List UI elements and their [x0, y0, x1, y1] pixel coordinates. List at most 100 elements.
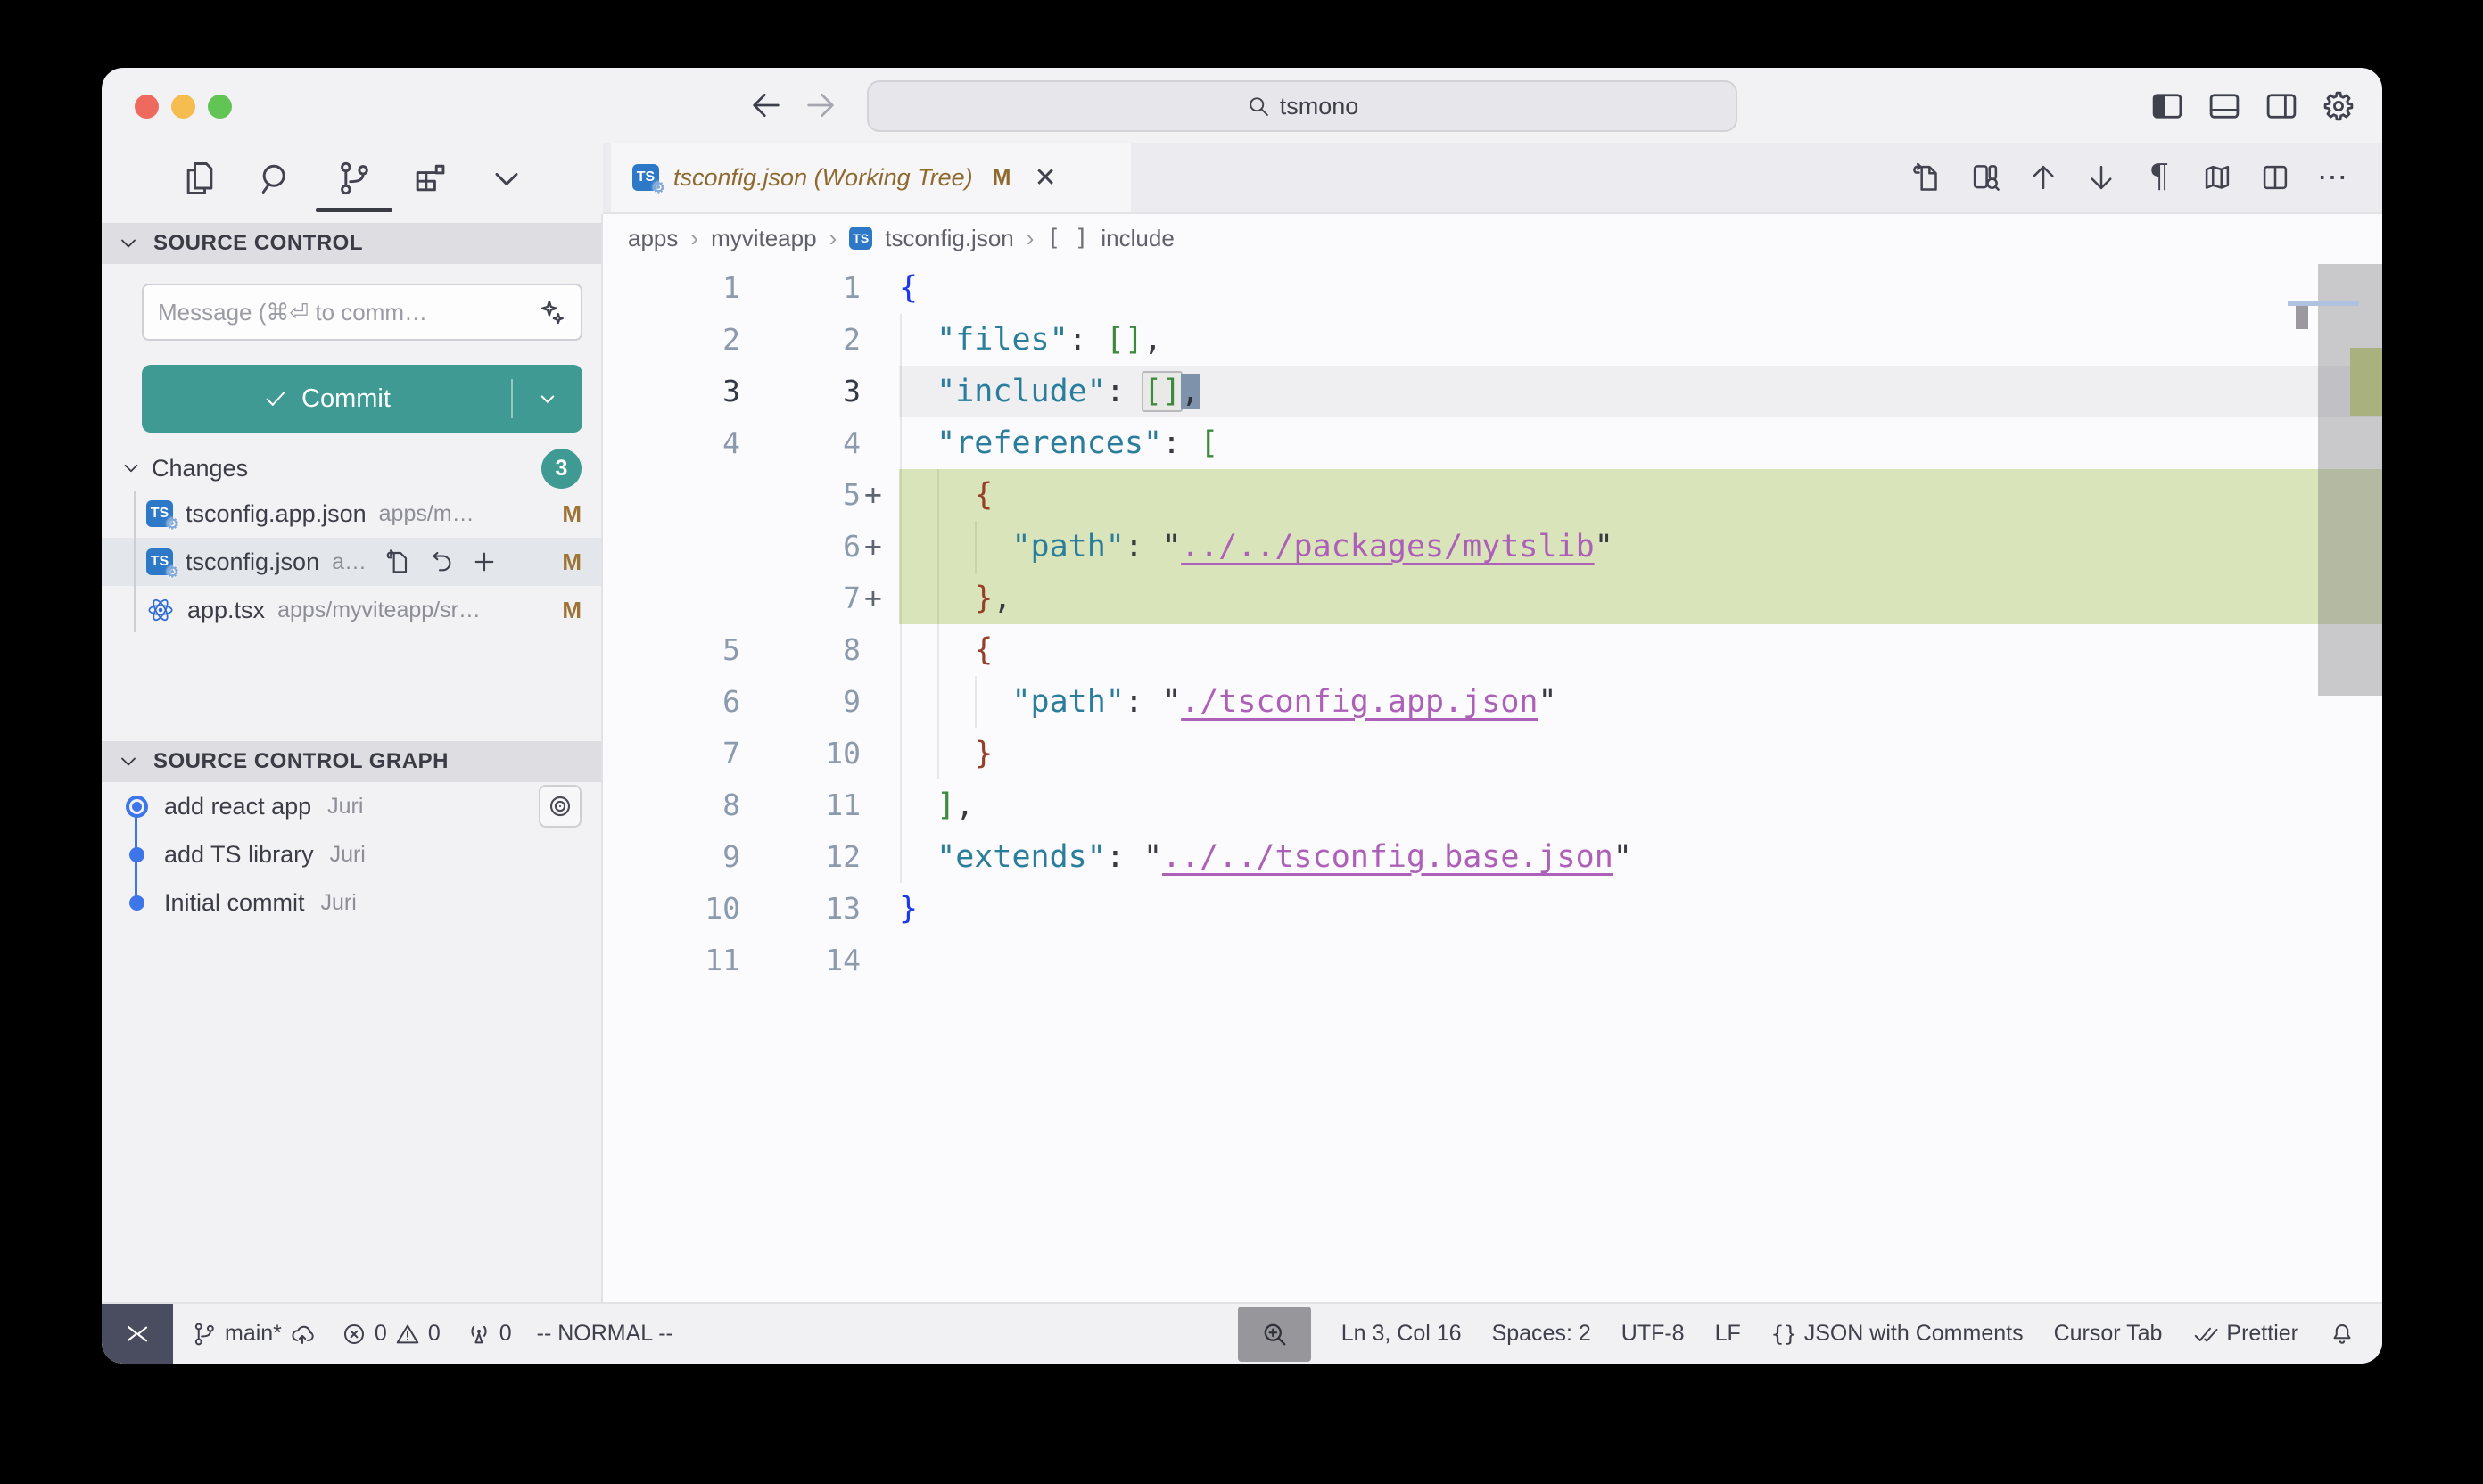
- ports-status-item[interactable]: 0: [466, 1321, 512, 1348]
- source-control-title: SOURCE CONTROL: [153, 231, 363, 256]
- open-changes-icon[interactable]: [1910, 161, 1944, 194]
- window-minimize-button[interactable]: [171, 95, 195, 119]
- source-control-icon[interactable]: [334, 159, 374, 198]
- editor-line[interactable]: 710 }: [603, 728, 2382, 779]
- file-row-actions: [384, 548, 499, 576]
- commit-row[interactable]: add TS libraryJuri: [102, 830, 601, 878]
- window-maximize-button[interactable]: [208, 95, 232, 119]
- editor-line[interactable]: 1013}: [603, 883, 2382, 935]
- error-icon: [341, 1321, 367, 1348]
- line-number-original: 9: [603, 831, 740, 883]
- line-number-modified: 12: [740, 831, 861, 883]
- line-number-original: [603, 521, 740, 573]
- breadcrumb-item-file[interactable]: tsconfig.json: [885, 225, 1014, 252]
- changed-file-row[interactable]: TS⚙tsconfig.app.jsonapps/m…M: [102, 490, 601, 538]
- settings-gear-icon[interactable]: [2320, 87, 2357, 125]
- line-number-modified: 5: [740, 469, 861, 521]
- editor-lines: 11{22 "files": [],33 "include": [],44 "r…: [603, 262, 2382, 986]
- compare-inline-view-icon[interactable]: [1968, 161, 2002, 194]
- added-line-marker: [861, 676, 899, 728]
- zoom-indicator-button[interactable]: [1238, 1307, 1311, 1362]
- line-number-modified: 9: [740, 676, 861, 728]
- editor-line[interactable]: 7+ },: [603, 573, 2382, 624]
- changes-count-badge: 3: [541, 449, 582, 489]
- breadcrumb-item-myviteapp[interactable]: myviteapp: [711, 225, 817, 252]
- editor-line[interactable]: 811 ],: [603, 779, 2382, 831]
- line-number-original: 6: [603, 676, 740, 728]
- toggle-secondary-sidebar-icon[interactable]: [2263, 87, 2300, 125]
- added-line-marker: [861, 624, 899, 676]
- next-change-icon[interactable]: [2084, 161, 2118, 194]
- changes-group-header[interactable]: Changes 3: [102, 447, 601, 490]
- more-actions-icon[interactable]: ⋯: [2316, 161, 2350, 194]
- sparkle-ai-icon[interactable]: [536, 297, 566, 327]
- diff-editor[interactable]: 11{22 "files": [],33 "include": [],44 "r…: [603, 262, 2382, 1302]
- editor-line[interactable]: 6+ "path": "../../packages/mytslib": [603, 521, 2382, 573]
- breadcrumb-item-symbol[interactable]: include: [1101, 225, 1174, 252]
- breadcrumb-item-apps[interactable]: apps: [628, 225, 678, 252]
- formatter-item[interactable]: Prettier: [2192, 1321, 2298, 1348]
- editor-line[interactable]: 33 "include": [],: [603, 366, 2382, 417]
- toggle-panel-icon[interactable]: [2206, 87, 2243, 125]
- navigate-forward-button[interactable]: [803, 87, 838, 123]
- remote-indicator-button[interactable]: [102, 1304, 173, 1364]
- editor-line[interactable]: 1114: [603, 935, 2382, 986]
- command-center-search[interactable]: tsmono: [867, 80, 1737, 132]
- encoding-item[interactable]: UTF-8: [1621, 1321, 1685, 1347]
- editor-line[interactable]: 912 "extends": "../../tsconfig.base.json…: [603, 831, 2382, 883]
- line-number-original: 10: [603, 883, 740, 935]
- breadcrumb: apps › myviteapp › TS tsconfig.json › [ …: [603, 214, 2382, 262]
- tab-close-icon[interactable]: ✕: [1034, 162, 1056, 194]
- file-name: tsconfig.json: [186, 548, 319, 576]
- changed-file-row[interactable]: TS⚙tsconfig.jsona…M: [102, 538, 601, 586]
- editor-scrollbar[interactable]: [2318, 264, 2382, 696]
- publish-cloud-icon[interactable]: [289, 1321, 316, 1348]
- split-editor-icon[interactable]: [2258, 161, 2292, 194]
- additional-views-chevron-icon[interactable]: [487, 159, 526, 198]
- toggle-primary-sidebar-icon[interactable]: [2149, 87, 2186, 125]
- source-control-section-header[interactable]: SOURCE CONTROL: [102, 223, 601, 264]
- goto-head-button[interactable]: [539, 785, 582, 828]
- stage-changes-icon[interactable]: [470, 548, 499, 576]
- line-number-original: 7: [603, 728, 740, 779]
- search-view-icon[interactable]: [256, 159, 295, 198]
- changed-file-row[interactable]: app.tsxapps/myviteapp/sr…M: [102, 586, 601, 634]
- cursor-position-item[interactable]: Ln 3, Col 16: [1341, 1321, 1462, 1347]
- commit-dropdown-button[interactable]: [513, 385, 582, 412]
- extensions-icon[interactable]: [409, 159, 449, 198]
- navigate-back-button[interactable]: [748, 87, 784, 123]
- editor-line[interactable]: 44 "references": [: [603, 417, 2382, 469]
- window-close-button[interactable]: [135, 95, 159, 119]
- eol-item[interactable]: LF: [1715, 1321, 1741, 1347]
- tab-completion-item[interactable]: Cursor Tab: [2054, 1321, 2163, 1347]
- indentation-item[interactable]: Spaces: 2: [1492, 1321, 1591, 1347]
- commit-row[interactable]: Initial commitJuri: [102, 878, 601, 927]
- branch-status-item[interactable]: main*: [191, 1321, 316, 1348]
- commit-button[interactable]: Commit: [142, 365, 582, 433]
- tab-tsconfig-working-tree[interactable]: TS⚙ tsconfig.json (Working Tree) M ✕: [611, 143, 1131, 212]
- editor-line[interactable]: 69 "path": "./tsconfig.app.json": [603, 676, 2382, 728]
- problems-status-item[interactable]: 0 0: [341, 1321, 441, 1348]
- language-mode-item[interactable]: {} JSON with Comments: [1771, 1321, 2024, 1347]
- error-count: 0: [375, 1321, 387, 1347]
- editor-line[interactable]: 22 "files": [],: [603, 314, 2382, 366]
- commit-row[interactable]: add react appJuri: [102, 782, 601, 830]
- minimap-icon[interactable]: [2200, 161, 2234, 194]
- commit-message: Initial commit: [164, 889, 305, 917]
- editor-line[interactable]: 11{: [603, 262, 2382, 314]
- code-text: }: [899, 728, 2382, 779]
- editor-line[interactable]: 5+ {: [603, 469, 2382, 521]
- source-control-graph-header[interactable]: SOURCE CONTROL GRAPH: [102, 741, 601, 782]
- previous-change-icon[interactable]: [2026, 161, 2060, 194]
- explorer-icon[interactable]: [180, 159, 219, 198]
- vim-mode-indicator[interactable]: -- NORMAL --: [537, 1321, 673, 1347]
- open-file-icon[interactable]: [384, 548, 413, 576]
- indent-guide: [937, 469, 939, 779]
- render-whitespace-icon[interactable]: ¶: [2142, 161, 2176, 194]
- tab-label: tsconfig.json (Working Tree): [673, 164, 973, 192]
- commit-message-input[interactable]: Message (⌘⏎ to comm…: [142, 284, 582, 341]
- editor-line[interactable]: 58 {: [603, 624, 2382, 676]
- breadcrumb-separator: ›: [1027, 225, 1035, 252]
- notifications-bell-icon[interactable]: [2329, 1321, 2355, 1348]
- discard-changes-icon[interactable]: [427, 548, 456, 576]
